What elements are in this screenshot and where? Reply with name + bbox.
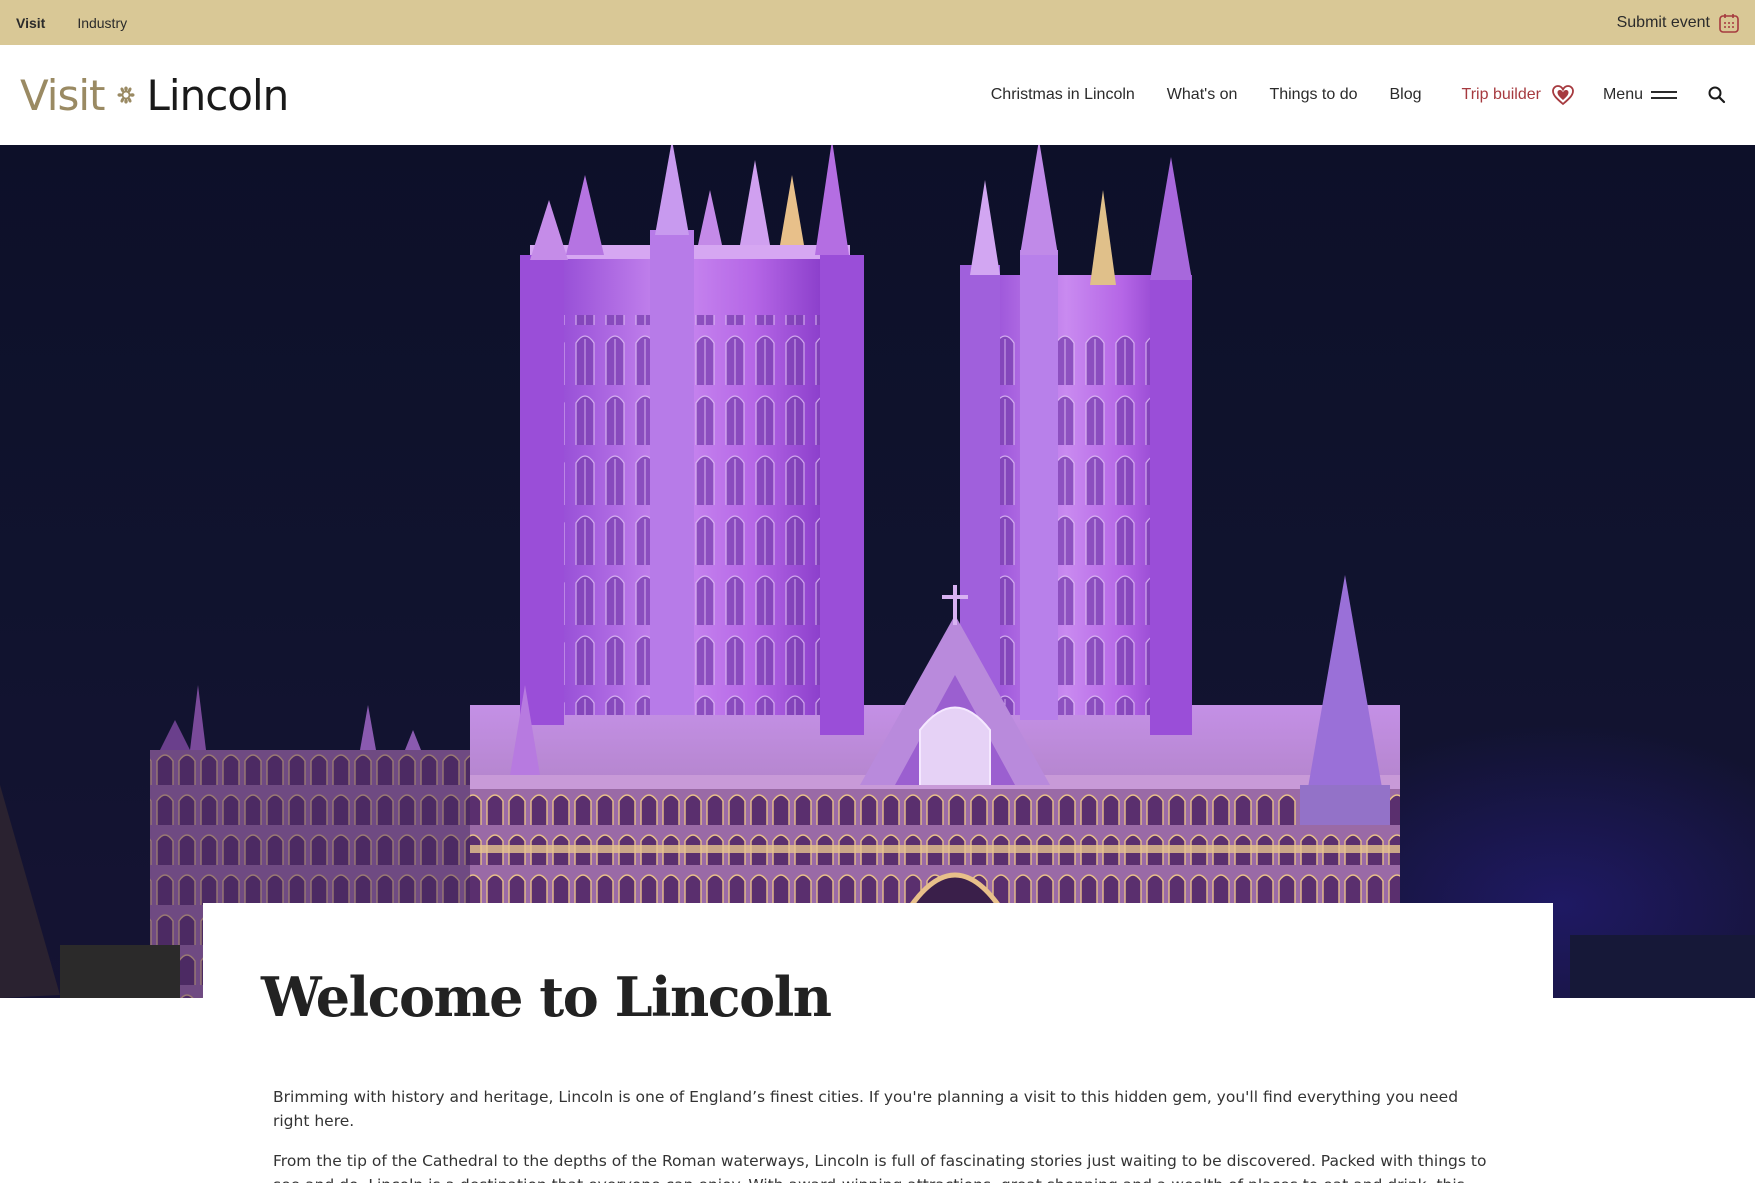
logo-lincoln-text: Lincoln <box>146 70 290 120</box>
intro-text: Brimming with history and heritage, Linc… <box>273 1085 1493 1183</box>
menu-label: Menu <box>1602 86 1643 103</box>
submit-event-label: Submit event <box>1616 13 1710 31</box>
utility-link-visit[interactable]: Visit <box>16 15 45 31</box>
logo-visit-text: Visit <box>20 70 105 120</box>
hero-image <box>0 145 1755 998</box>
cathedral-illustration <box>0 145 1755 998</box>
site-header: Visit Lincoln Christmas in Lincoln What'… <box>0 45 1755 145</box>
utility-link-industry[interactable]: Industry <box>77 15 127 31</box>
page-title: Welcome to Lincoln <box>261 965 832 1029</box>
calendar-icon <box>1719 13 1739 33</box>
nav-christmas-in-lincoln[interactable]: Christmas in Lincoln <box>991 86 1135 104</box>
search-icon[interactable] <box>1707 85 1727 105</box>
site-logo[interactable]: Visit Lincoln <box>20 70 290 120</box>
nav-whats-on[interactable]: What's on <box>1167 86 1238 104</box>
intro-card: Welcome to Lincoln Brimming with history… <box>203 903 1553 1183</box>
nav-blog[interactable]: Blog <box>1390 86 1422 104</box>
heart-icon <box>1552 85 1574 106</box>
utility-links: Visit Industry <box>16 15 127 31</box>
flower-emblem-icon <box>116 86 135 104</box>
trip-builder-label: Trip builder <box>1461 86 1541 103</box>
hamburger-icon <box>1651 88 1677 102</box>
main-nav: Christmas in Lincoln What's on Things to… <box>959 83 1727 107</box>
utility-bar: Visit Industry Submit event <box>0 0 1755 45</box>
intro-paragraph-2: From the tip of the Cathedral to the dep… <box>273 1152 1487 1183</box>
trip-builder-button[interactable]: Trip builder <box>1462 83 1575 107</box>
menu-button[interactable]: Menu <box>1603 86 1677 104</box>
nav-things-to-do[interactable]: Things to do <box>1269 86 1357 104</box>
intro-paragraph-1: Brimming with history and heritage, Linc… <box>273 1088 1459 1130</box>
submit-event-button[interactable]: Submit event <box>1617 12 1740 34</box>
